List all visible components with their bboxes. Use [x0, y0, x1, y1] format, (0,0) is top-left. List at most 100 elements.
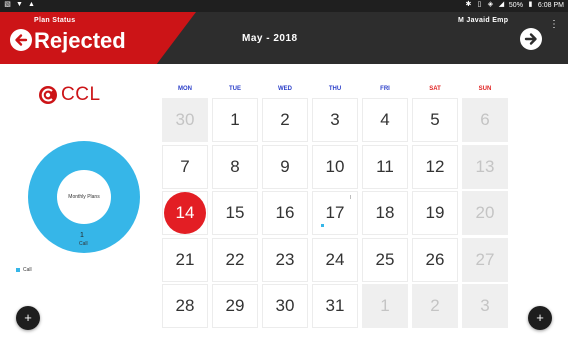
day-number: 15: [225, 203, 245, 222]
day-number: 12: [425, 156, 445, 176]
company-logo: CCL: [38, 84, 101, 106]
calendar-day[interactable]: 25: [362, 237, 408, 282]
calendar-day[interactable]: 2: [412, 284, 458, 328]
day-number: 21: [175, 249, 195, 269]
monthly-plans-donut: Monthly Plans: [28, 141, 140, 253]
day-number: 28: [175, 296, 195, 315]
weekday-sat: SAT: [429, 86, 441, 92]
calendar-day[interactable]: 9: [262, 144, 308, 189]
status-right: ✱ ▯ ◈ ◢ 50% ▮ 6:08 PM: [465, 1, 564, 9]
calendar-day[interactable]: 30: [162, 98, 208, 142]
plan-status-label: Plan Status: [34, 17, 76, 24]
day-number: 27: [475, 249, 495, 269]
day-number: 9: [280, 156, 290, 176]
warning-icon: ▲: [28, 1, 35, 8]
add-event-button[interactable]: +: [528, 306, 552, 330]
calendar-day[interactable]: 14: [162, 191, 208, 235]
calendar-day[interactable]: 22: [212, 237, 258, 282]
calendar-day[interactable]: 21: [162, 237, 208, 282]
day-number: 30: [175, 110, 195, 129]
day-number: 8: [230, 156, 240, 176]
day-number: 11: [376, 156, 394, 176]
shield-icon: ▼: [16, 1, 23, 8]
calendar-day[interactable]: 20: [462, 191, 508, 235]
add-plan-button[interactable]: +: [16, 306, 40, 330]
calendar-day[interactable]: 29: [212, 284, 258, 328]
day-number: 17: [325, 203, 345, 222]
plan-marker: [321, 224, 324, 227]
donut-center: Monthly Plans: [57, 170, 111, 224]
day-number: 16: [275, 203, 295, 222]
donut-value: 1: [80, 232, 84, 239]
calendar-day[interactable]: 6: [462, 98, 508, 142]
day-number: 18: [375, 203, 395, 222]
app-root: ▧ ▼ ▲ ✱ ▯ ◈ ◢ 50% ▮ 6:08 PM Plan Status …: [0, 0, 568, 355]
day-number: 31: [325, 296, 345, 315]
calendar-day[interactable]: 12: [412, 144, 458, 189]
donut-value-label: Call: [79, 241, 88, 247]
battery-icon: ▮: [528, 1, 533, 8]
day-number: 22: [225, 249, 245, 269]
no-signal-icon: ◢: [498, 1, 505, 8]
day-number: 4: [380, 110, 390, 129]
calendar-day[interactable]: 30: [262, 284, 308, 328]
arrow-left-icon: [15, 34, 28, 46]
calendar-day[interactable]: 24: [312, 237, 358, 282]
calendar-day[interactable]: 26: [412, 237, 458, 282]
event-tick: [350, 195, 351, 199]
weekday-header: MON TUE WED THU FRI SAT SUN: [162, 86, 508, 98]
calendar-day[interactable]: 18: [362, 191, 408, 235]
day-number: 19: [425, 203, 445, 222]
calendar-day[interactable]: 5: [412, 98, 458, 142]
day-number: 13: [475, 156, 495, 176]
calendar-day[interactable]: 1: [362, 284, 408, 328]
calendar-day[interactable]: 31: [312, 284, 358, 328]
calendar-day[interactable]: 17: [312, 191, 358, 235]
day-number: 10: [325, 156, 345, 176]
calendar-day[interactable]: 23: [262, 237, 308, 282]
next-month-button[interactable]: [520, 28, 542, 50]
wifi-icon: ◈: [487, 1, 494, 8]
arrow-right-icon: [524, 33, 537, 45]
day-number: 3: [330, 110, 340, 129]
calendar-day[interactable]: 3: [462, 284, 508, 328]
weekday-sun: SUN: [478, 86, 492, 92]
weekday-wed: WED: [278, 86, 292, 92]
calendar-day[interactable]: 28: [162, 284, 208, 328]
calendar-day[interactable]: 7: [162, 144, 208, 189]
logo-text: CCL: [61, 84, 101, 105]
day-number: 25: [375, 249, 395, 269]
calendar-day[interactable]: 10: [312, 144, 358, 189]
calendar-day[interactable]: 19: [412, 191, 458, 235]
day-number: 23: [275, 249, 295, 269]
calendar-day[interactable]: 16: [262, 191, 308, 235]
vibrate-icon: ▯: [477, 1, 482, 8]
calendar-day[interactable]: 2: [262, 98, 308, 142]
day-number: 2: [430, 296, 440, 315]
day-number: 29: [225, 296, 245, 315]
calendar-day[interactable]: 1: [212, 98, 258, 142]
calendar-grid: 30 1 2 3 4 5 6 7 8 9 10 11 12 13 14 15 16 17 18 19 20 21 22 23 2…: [162, 98, 508, 328]
calendar-day[interactable]: 3: [312, 98, 358, 142]
day-number: 20: [475, 203, 495, 222]
day-number: 7: [180, 156, 190, 176]
day-number: 6: [480, 110, 490, 129]
back-button[interactable]: [10, 29, 32, 51]
day-number: 1: [380, 296, 390, 315]
day-number: 24: [325, 249, 345, 269]
clock: 6:08 PM: [537, 1, 564, 9]
day-number: 2: [280, 110, 290, 129]
weekday-thu: THU: [328, 86, 342, 92]
day-number: 1: [230, 110, 240, 129]
day-number: 3: [480, 296, 490, 315]
calendar-day[interactable]: 11: [362, 144, 408, 189]
sd-card-icon: ▧: [4, 1, 11, 8]
calendar-day[interactable]: 27: [462, 237, 508, 282]
today-indicator: 14: [164, 192, 206, 234]
calendar-day[interactable]: 4: [362, 98, 408, 142]
weekday-mon: MON: [178, 86, 192, 92]
calendar-day[interactable]: 13: [462, 144, 508, 189]
calendar-day[interactable]: 8: [212, 144, 258, 189]
calendar-day[interactable]: 15: [212, 191, 258, 235]
overflow-menu-icon[interactable]: ⋮: [549, 18, 559, 32]
